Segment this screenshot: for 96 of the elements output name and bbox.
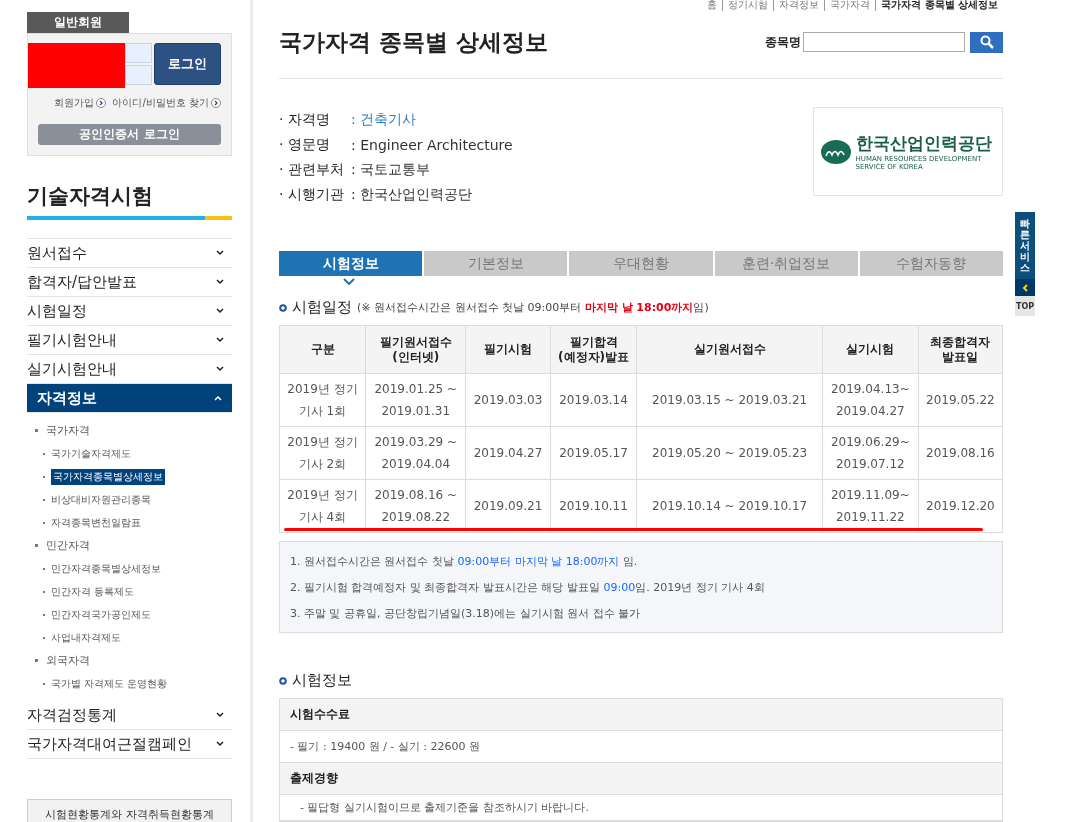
info-label: · 영문명	[279, 135, 331, 154]
table-cell: 2019.05.20 ~ 2019.05.23	[636, 426, 823, 480]
page-title: 국가자격 종목별 상세정보	[279, 27, 548, 57]
quick-service-link[interactable]: 빠른서비스	[1015, 212, 1035, 279]
note-text: 3. 주말 및 공휴일, 공단창립기념일(3.18)에는 실기시험 원서 접수 불가	[290, 605, 642, 622]
breadcrumb-link[interactable]: 국가자격	[824, 0, 876, 11]
login-button[interactable]: 로그인	[154, 43, 221, 85]
info-link[interactable]: : 건축기사	[351, 110, 417, 129]
info-value: : 국토교통부	[351, 160, 431, 179]
statistics-button[interactable]: 시험현황통계와 자격취득현황통계	[27, 799, 232, 822]
info-label: · 자격명	[279, 110, 331, 129]
table-cell: 2019.03.15 ~ 2019.03.21	[636, 373, 823, 427]
info-heading: 시험수수료	[280, 699, 1002, 731]
table-cell: 2019.04.27	[465, 426, 551, 480]
submenu-item[interactable]: 국가별 자격제도 운영현황	[35, 672, 232, 695]
logo-name: 한국산업인력공단	[855, 132, 993, 155]
note-text: 1. 원서접수시간은 원서접수 첫날 09:00부터 마지막 날 18:00까지 임.	[290, 553, 639, 570]
breadcrumb-link[interactable]: 자격정보	[773, 0, 825, 11]
table-cell: 2019.03.29 ~ 2019.04.04	[365, 426, 466, 480]
collapse-button[interactable]	[1015, 279, 1035, 296]
menu-item[interactable]: 자격검정통계	[27, 701, 232, 730]
table-cell: 2019.03.03	[465, 373, 551, 427]
chevron-down-icon	[216, 279, 224, 285]
table-cell: 2019.05.17	[550, 426, 637, 480]
column-header: 최종합격자 발표일	[918, 325, 1003, 374]
id-field[interactable]	[125, 43, 153, 63]
column-header: 필기원서접수 (인터넷)	[365, 325, 466, 374]
search-button[interactable]	[970, 31, 1003, 53]
chevron-down-icon	[216, 712, 224, 718]
section-note: (※ 원서접수시간은 원서접수 첫날 09:00부터 마지막 날 18:00까지임)	[357, 300, 709, 316]
section-title: 시험일정	[292, 298, 352, 318]
chevron-down-icon	[216, 741, 224, 747]
section-title: 시험정보	[292, 671, 352, 690]
search-field[interactable]	[803, 32, 965, 52]
table-cell: 2019.04.13~ 2019.04.27	[822, 373, 919, 427]
submenu-item[interactable]: 민간자격국가공인제도	[35, 603, 232, 626]
table-cell: 2019.05.22	[918, 373, 1003, 427]
search-label: 종목명	[765, 33, 801, 51]
info-text: - 필답형 실기시험이므로 출제기준을 참조하시기 바랍니다.	[300, 800, 589, 815]
top-button[interactable]: TOP	[1015, 296, 1035, 316]
chevron-up-icon	[214, 395, 222, 401]
info-label: · 관련부처	[279, 160, 345, 179]
breadcrumb-link[interactable]: 정기시험	[722, 0, 774, 11]
submenu-group[interactable]: 민간자격	[35, 534, 232, 557]
table-cell: 2019.08.16	[918, 426, 1003, 480]
submenu-item[interactable]: 국가기술자격제도	[35, 442, 232, 465]
submenu-item[interactable]: 민간자격 등록제도	[35, 580, 232, 603]
info-heading: 출제경향	[280, 763, 1002, 795]
chevron-down-icon	[216, 308, 224, 314]
submenu-item[interactable]: 민간자격종목별상세정보	[35, 557, 232, 580]
member-type-badge: 일반회원	[27, 12, 129, 33]
chevron-right-icon	[211, 98, 221, 108]
bullet-icon	[279, 676, 287, 685]
submenu-item[interactable]: 국가자격종목별상세정보	[35, 465, 232, 488]
info-text: - 필기 : 19400 원 / - 실기 : 22600 원	[290, 739, 480, 754]
table-cell: 2019.06.29~ 2019.07.12	[822, 426, 919, 480]
column-header: 필기합격 (예정자)발표	[550, 325, 637, 374]
column-header: 필기시험	[465, 325, 551, 374]
caret-icon	[343, 278, 355, 286]
submenu-item[interactable]: 자격종목변천일람표	[35, 511, 232, 534]
password-field[interactable]	[125, 65, 153, 85]
submenu-item[interactable]: 사업내자격제도	[35, 626, 232, 649]
logo-icon	[820, 139, 851, 164]
column-header: 실기시험	[822, 325, 919, 374]
chevron-right-icon	[96, 98, 107, 108]
column-header: 실기원서접수	[636, 325, 823, 374]
sidebar-title: 기술자격시험	[27, 183, 154, 210]
submenu-group[interactable]: 국가자격	[35, 419, 232, 442]
table-cell: 2019.01.25 ~ 2019.01.31	[365, 373, 466, 427]
menu-item[interactable]: 시험일정	[27, 297, 232, 326]
submenu-group[interactable]: 외국자격	[35, 649, 232, 672]
bullet-icon	[279, 303, 287, 312]
menu-item[interactable]: 국가자격대여근절캠페인	[27, 730, 232, 759]
menu-item[interactable]: 합격자/답안발표	[27, 268, 232, 297]
table-cell: 2019년 정기 기사 2회	[279, 426, 366, 480]
chevron-left-icon	[1022, 283, 1028, 292]
chevron-down-icon	[216, 250, 224, 256]
tab[interactable]: 시험정보	[279, 251, 423, 277]
info-value: : Engineer Architecture	[351, 136, 513, 153]
menu-item[interactable]: 원서접수	[27, 239, 232, 268]
column-header: 구분	[279, 325, 366, 374]
chevron-down-icon	[216, 337, 224, 343]
breadcrumb-link[interactable]: 홈	[702, 0, 723, 11]
submenu-item[interactable]: 비상대비자원관리종목	[35, 488, 232, 511]
breadcrumb-link[interactable]: 국가자격 종목별 상세정보	[875, 0, 1003, 11]
account-link[interactable]: 회원가입	[54, 96, 107, 110]
table-cell: 2019년 정기 기사 1회	[279, 373, 366, 427]
chevron-down-icon	[216, 366, 224, 372]
note-text: 2. 필기시험 합격예정자 및 최종합격자 발표시간은 해당 발표일 09:00임. 2019년 정기 기사 4회	[290, 579, 766, 596]
info-value: : 한국산업인력공단	[351, 185, 473, 204]
info-label: · 시행기관	[279, 185, 345, 204]
search-icon	[979, 35, 994, 49]
account-link[interactable]: 아이디/비밀번호 찾기	[112, 96, 221, 110]
menu-item[interactable]: 자격정보	[27, 384, 232, 413]
table-cell: 2019.03.14	[550, 373, 637, 427]
menu-item[interactable]: 필기시험안내	[27, 326, 232, 355]
